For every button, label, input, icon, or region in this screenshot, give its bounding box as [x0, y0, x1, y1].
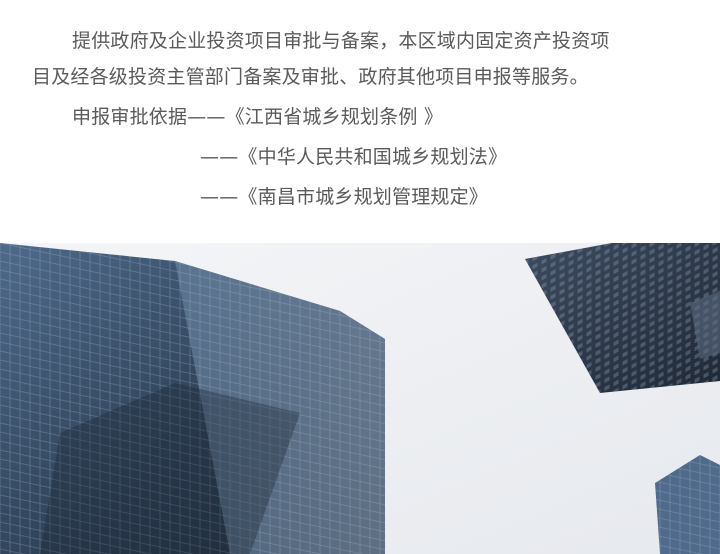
basis-reference-2: ——《中华人民共和国城乡规划法》 [200, 146, 508, 168]
service-description: 提供政府及企业投资项目审批与备案，本区域内固定资产投资项 目及经各级投资主管部门… [0, 0, 720, 243]
skyscraper-photo [0, 243, 720, 554]
intro-line-1: 提供政府及企业投资项目审批与备案，本区域内固定资产投资项 [72, 30, 610, 52]
basis-heading: 申报审批依据——《江西省城乡规划条例 》 [72, 106, 444, 128]
basis-reference-3: ——《南昌市城乡规划管理规定》 [200, 186, 489, 208]
intro-line-2: 目及经各级投资主管部门备案及审批、政府其他项目申报等服务。 [32, 66, 589, 88]
